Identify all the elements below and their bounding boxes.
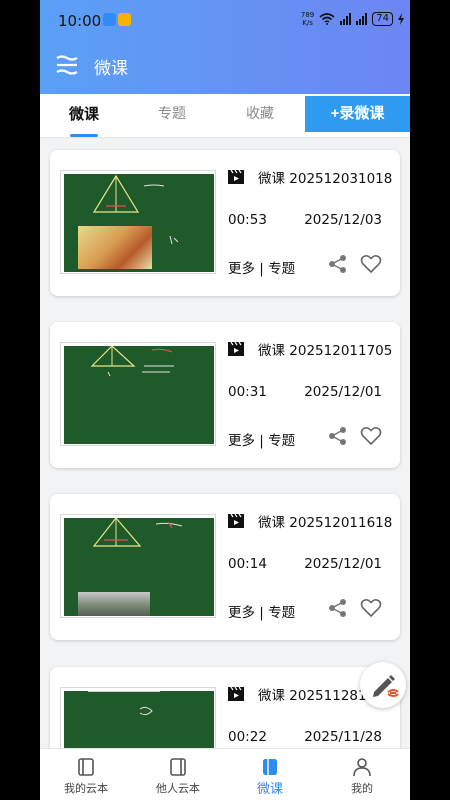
nav-others-notebook[interactable]: 他人云本 [132, 749, 224, 800]
blackboard-image [64, 518, 214, 616]
tab-topics[interactable]: 专题 [128, 94, 216, 136]
video-title: 微课 202512011705 [258, 343, 393, 359]
notebook-icon [78, 758, 94, 776]
video-duration: 00:31 [228, 384, 267, 400]
video-card[interactable]: 微课 202512031018 00:53 2025/12/03 更多 | 专题 [50, 150, 400, 296]
more-topics-link[interactable]: 更多 | 专题 [228, 601, 295, 621]
video-card[interactable]: 微课 202512011618 00:14 2025/12/01 更多 | 专题 [50, 494, 400, 640]
nav-label: 微课 [256, 782, 283, 797]
floating-edit-button[interactable] [360, 662, 406, 708]
video-duration: 00:22 [228, 729, 267, 745]
video-title: 微课 202512011618 [258, 515, 393, 531]
more-topics-link[interactable]: 更多 | 专题 [228, 429, 295, 449]
video-date: 2025/11/28 [304, 729, 382, 745]
nav-label: 他人云本 [156, 782, 200, 795]
video-thumbnail[interactable] [60, 170, 216, 274]
video-thumbnail[interactable] [60, 342, 216, 446]
chat-notification-icon [103, 13, 116, 26]
video-thumbnail[interactable] [60, 514, 216, 618]
status-indicators: 789 K/s 74 [301, 11, 404, 27]
video-date: 2025/12/03 [304, 212, 382, 228]
wifi-icon [319, 13, 335, 25]
battery-indicator: 74 [372, 12, 393, 26]
mail-notification-icon [118, 13, 131, 26]
nav-my-notebook[interactable]: 我的云本 [40, 749, 132, 800]
inserted-photo [78, 592, 150, 616]
video-clip-icon [228, 170, 244, 184]
charging-icon [398, 13, 404, 25]
signal-icon-2 [356, 13, 368, 25]
page-title: 微课 [94, 59, 128, 79]
video-title: 微课 202512031018 [258, 171, 393, 187]
video-card[interactable]: 微课 202512011705 00:31 2025/12/01 更多 | 专题 [50, 322, 400, 468]
blackboard-image [64, 346, 214, 444]
bottom-navigation: 我的云本 他人云本 微课 我的 [40, 748, 410, 800]
menu-icon[interactable] [56, 55, 78, 75]
blackboard-image [64, 174, 214, 272]
video-clip-icon [228, 514, 244, 528]
video-date: 2025/12/01 [304, 384, 382, 400]
tab-divider [40, 137, 410, 138]
more-topics-link[interactable]: 更多 | 专题 [228, 257, 295, 277]
share-icon[interactable] [328, 598, 348, 618]
video-duration: 00:53 [228, 212, 267, 228]
share-icon[interactable] [328, 254, 348, 274]
video-clip-icon [228, 342, 244, 356]
nav-micro-lesson[interactable]: 微课 [224, 749, 316, 800]
status-bar: 10:00 789 K/s 74 [40, 0, 410, 40]
tab-bar: 微课 专题 收藏 +录微课 [40, 94, 410, 138]
nav-label: 我的云本 [64, 782, 108, 795]
tab-micro-lesson[interactable]: 微课 [40, 94, 128, 136]
record-micro-lesson-button[interactable]: +录微课 [305, 96, 410, 132]
heart-icon[interactable] [360, 254, 382, 274]
video-clip-icon [228, 687, 244, 701]
heart-icon[interactable] [360, 598, 382, 618]
signal-icon [340, 13, 352, 25]
app-header: 10:00 789 K/s 74 微课 [40, 0, 410, 94]
nav-mine[interactable]: 我的 [316, 749, 408, 800]
video-duration: 00:14 [228, 556, 267, 572]
micro-lesson-icon [263, 759, 277, 775]
share-icon[interactable] [328, 426, 348, 446]
nav-label: 我的 [351, 782, 373, 795]
pencil-icon [373, 675, 399, 697]
inserted-photo [78, 226, 152, 269]
network-speed: 789 K/s [300, 11, 315, 27]
status-time: 10:00 [58, 12, 102, 30]
notebook-icon [170, 758, 186, 776]
heart-icon[interactable] [360, 426, 382, 446]
video-date: 2025/12/01 [304, 556, 382, 572]
tab-favorites[interactable]: 收藏 [216, 94, 304, 136]
person-icon [353, 758, 371, 777]
app-screen: 10:00 789 K/s 74 微课 微课 专题 收藏 +录微课 微课 202… [40, 0, 410, 800]
